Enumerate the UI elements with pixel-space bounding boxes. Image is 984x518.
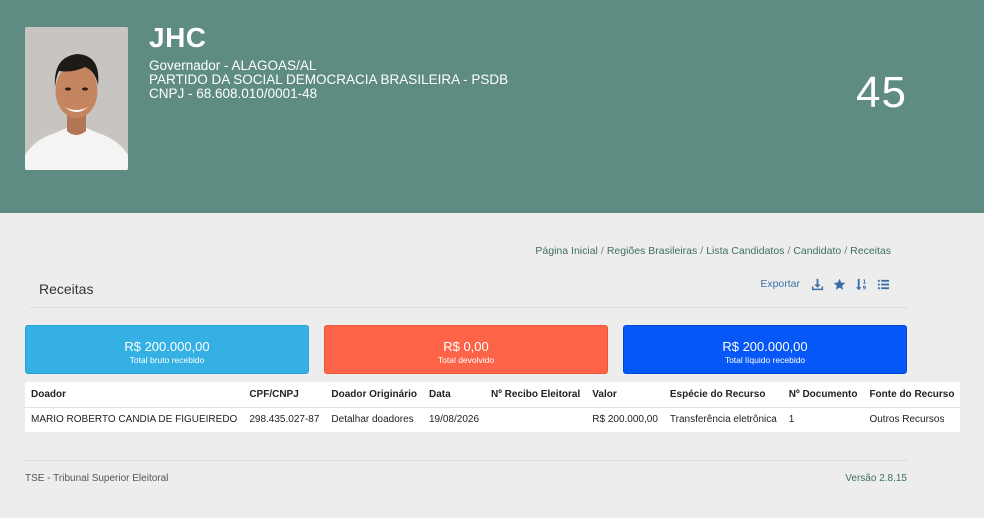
table-header-row: Doador CPF/CNPJ Doador Originário Data N…	[25, 382, 961, 408]
col-fonte-recurso[interactable]: Fonte do Recurso	[863, 382, 961, 408]
total-liquido-amount: R$ 200.000,00	[722, 339, 808, 354]
breadcrumb-receitas: Receitas	[850, 245, 891, 257]
candidate-office: Governador - ALAGOAS/AL	[149, 58, 317, 73]
candidate-header: JHC Governador - ALAGOAS/AL PARTIDO DA S…	[0, 0, 984, 213]
total-devolvido-card: R$ 0,00 Total devolvido	[324, 325, 608, 374]
export-toolbar: Exportar 19	[760, 276, 890, 292]
list-icon[interactable]	[877, 278, 890, 291]
col-doador[interactable]: Doador	[25, 382, 244, 408]
footer-org: TSE - Tribunal Superior Eleitoral	[25, 473, 169, 484]
col-valor[interactable]: Valor	[586, 382, 664, 408]
candidate-name: JHC	[149, 22, 207, 53]
total-bruto-caption: Total bruto recebido	[129, 355, 205, 365]
svg-text:9: 9	[863, 285, 867, 290]
breadcrumb-separator: /	[700, 245, 704, 257]
breadcrumb-lista-candidatos[interactable]: Lista Candidatos	[706, 245, 784, 257]
table-row: MARIO ROBERTO CANDIA DE FIGUEIREDO 298.4…	[25, 407, 960, 432]
receitas-table: Doador CPF/CNPJ Doador Originário Data N…	[25, 382, 961, 432]
candidate-cnpj: CNPJ - 68.608.010/0001-48	[149, 86, 318, 101]
cell-data: 19/08/2026	[428, 414, 480, 426]
cell-doador: MARIO ROBERTO CANDIA DE FIGUEIREDO	[31, 414, 238, 426]
col-recibo-eleitoral[interactable]: Nº Recibo Eleitoral	[485, 382, 587, 408]
sort-icon[interactable]: 19	[855, 278, 868, 291]
cell-recibo-eleitoral	[485, 407, 586, 432]
cell-numero-documento: 1	[788, 414, 795, 426]
col-numero-documento[interactable]: Nº Documento	[782, 382, 864, 408]
cell-especie-recurso: Transferência eletrônica	[669, 414, 777, 426]
candidate-info: Governador - ALAGOAS/AL PARTIDO DA SOCIA…	[149, 59, 508, 101]
download-icon[interactable]	[811, 278, 824, 291]
total-liquido-caption: Total líquido recebido	[724, 355, 806, 365]
breadcrumb-candidato[interactable]: Candidato	[793, 245, 841, 257]
cell-valor: R$ 200.000,00	[592, 414, 658, 426]
candidate-number: 45	[856, 68, 907, 117]
total-bruto-amount: R$ 200.000,00	[124, 339, 210, 354]
breadcrumb-home[interactable]: Página Inicial	[535, 245, 597, 257]
cell-cpf-cnpj: 298.435.027-87	[249, 414, 320, 426]
cell-fonte-recurso: Outros Recursos	[869, 414, 945, 426]
candidate-party: PARTIDO DA SOCIAL DEMOCRACIA BRASILEIRA …	[149, 72, 509, 87]
candidate-photo	[25, 27, 128, 170]
breadcrumb: Página Inicial / Regiões Brasileiras / Lista…	[535, 245, 891, 257]
cell-doador-originario[interactable]: Detalhar doadores	[325, 407, 423, 432]
total-devolvido-caption: Total devolvido	[437, 355, 495, 365]
breadcrumb-separator: /	[787, 245, 791, 257]
breadcrumb-separator: /	[600, 245, 604, 257]
star-icon[interactable]	[833, 278, 846, 291]
col-data[interactable]: Data	[422, 382, 486, 408]
total-bruto-card: R$ 200.000,00 Total bruto recebido	[25, 325, 309, 374]
export-link[interactable]: Exportar	[760, 278, 800, 290]
col-cpf-cnpj[interactable]: CPF/CNPJ	[243, 382, 326, 408]
footer-version: Versão 2.8.15	[845, 473, 907, 484]
col-doador-originario[interactable]: Doador Originário	[325, 382, 423, 408]
svg-text:1: 1	[863, 279, 867, 285]
breadcrumb-regioes[interactable]: Regiões Brasileiras	[607, 245, 697, 257]
section-divider	[30, 307, 907, 308]
section-title: Receitas	[39, 281, 94, 297]
breadcrumb-separator: /	[844, 245, 848, 257]
total-devolvido-amount: R$ 0,00	[443, 339, 489, 354]
footer-divider	[25, 460, 907, 461]
col-especie-recurso[interactable]: Espécie do Recurso	[663, 382, 783, 408]
total-liquido-card: R$ 200.000,00 Total líquido recebido	[623, 325, 907, 374]
